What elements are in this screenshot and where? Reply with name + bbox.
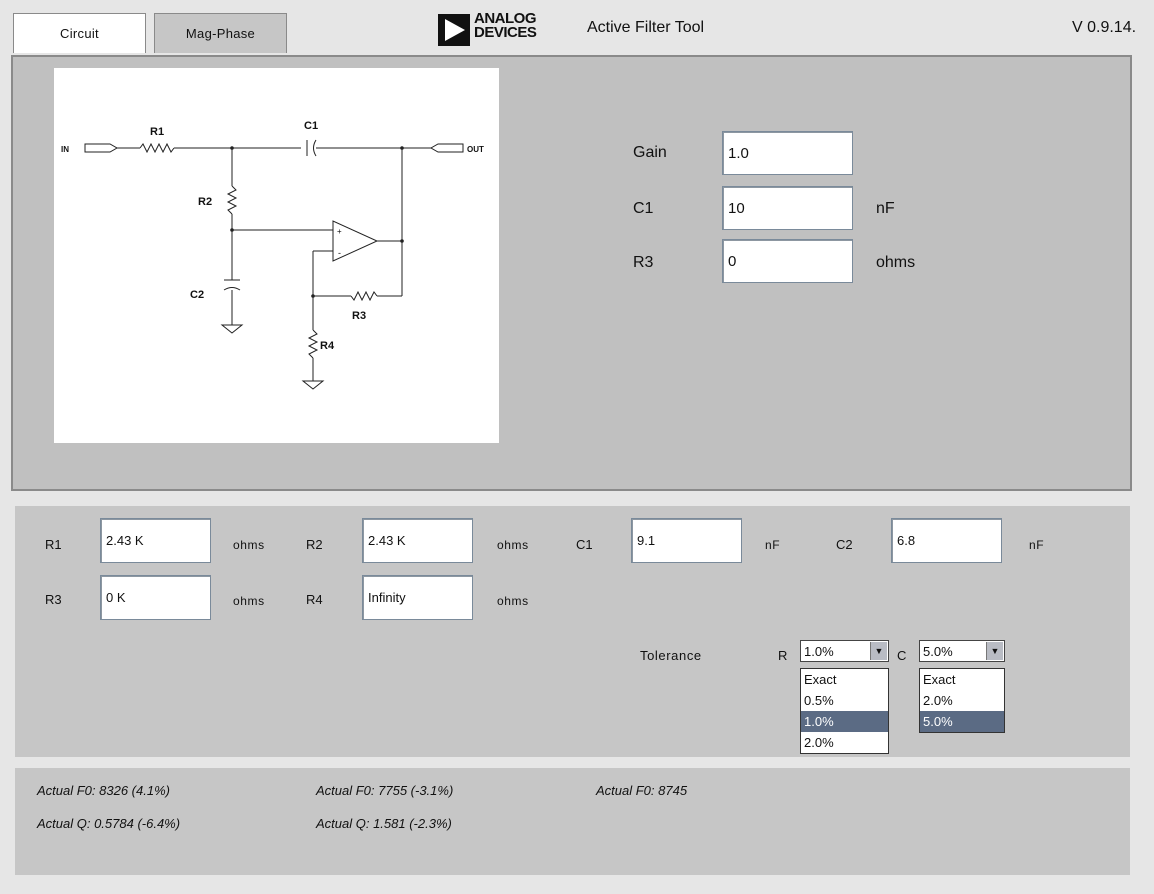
tolerance-r-option-selected[interactable]: 1.0%: [801, 711, 888, 732]
tolerance-r-option[interactable]: 0.5%: [801, 690, 888, 711]
result-f0-3: Actual F0: 8745: [596, 783, 688, 798]
r1-label: R1: [45, 537, 62, 552]
result-q-1: Actual Q: 0.5784 (-6.4%): [37, 816, 181, 831]
result-f0-2: Actual F0: 7755 (-3.1%): [316, 783, 454, 798]
chevron-down-icon[interactable]: ▼: [986, 642, 1003, 660]
brand-logo-text: ANALOG DEVICES: [474, 11, 537, 41]
tolerance-c-selected: 5.0%: [923, 643, 953, 659]
r3-design-label: R3: [633, 254, 654, 271]
junction-dot: [400, 146, 404, 150]
junction-dot: [400, 239, 404, 243]
junction-dot: [311, 294, 315, 298]
c2-value-field[interactable]: [891, 518, 1002, 563]
opamp-plus-label: +: [337, 227, 342, 236]
schematic-r2-label: R2: [198, 196, 212, 208]
tolerance-r-dropdown: Exact 0.5% 1.0% 2.0%: [800, 668, 889, 754]
c1-unit: nF: [765, 538, 781, 552]
app-title: Active Filter Tool: [587, 19, 705, 36]
tolerance-c-label: C: [897, 648, 907, 663]
junction-dot: [230, 228, 234, 232]
tab-mag-phase[interactable]: Mag-Phase: [154, 13, 287, 53]
circuit-schematic: IN OUT R1 C1 R2 C2 R3 R4 + -: [54, 68, 499, 443]
analog-devices-logo-icon: [438, 14, 470, 46]
tolerance-c-option-selected[interactable]: 5.0%: [920, 711, 1004, 732]
r3-unit: ohms: [233, 594, 265, 608]
r3-label: R3: [45, 592, 62, 607]
tolerance-c-select[interactable]: 5.0% ▼: [919, 640, 1005, 662]
tab-circuit[interactable]: Circuit: [13, 13, 146, 53]
schematic-c2-label: C2: [190, 289, 204, 301]
chevron-down-icon[interactable]: ▼: [870, 642, 887, 660]
r2-value-field[interactable]: [362, 518, 473, 563]
c1-design-unit: nF: [876, 200, 895, 217]
version-label: V 0.9.14.: [1072, 19, 1137, 36]
r3-design-input[interactable]: [722, 239, 853, 283]
results-panel: [15, 768, 1130, 875]
tolerance-c-option[interactable]: 2.0%: [920, 690, 1004, 711]
r4-value-field[interactable]: [362, 575, 473, 620]
gain-label: Gain: [633, 144, 667, 161]
schematic-r3-label: R3: [352, 310, 366, 322]
r1-value-field[interactable]: [100, 518, 211, 563]
r4-unit: ohms: [497, 594, 529, 608]
c2-unit: nF: [1029, 538, 1045, 552]
tolerance-r-label: R: [778, 648, 788, 663]
r3-value-field[interactable]: [100, 575, 211, 620]
schematic-c1-label: C1: [304, 120, 318, 132]
tolerance-label: Tolerance: [640, 648, 702, 663]
c2-label: C2: [836, 537, 853, 552]
tolerance-c-dropdown: Exact 2.0% 5.0%: [919, 668, 1005, 733]
r3-design-unit: ohms: [876, 254, 916, 271]
schematic-in-label: IN: [61, 145, 69, 154]
tolerance-r-selected: 1.0%: [804, 643, 834, 659]
r2-label: R2: [306, 537, 323, 552]
c1-value-field[interactable]: [631, 518, 742, 563]
result-q-2: Actual Q: 1.581 (-2.3%): [316, 816, 452, 831]
brand-line-2: DEVICES: [474, 24, 537, 41]
c1-design-input[interactable]: [722, 186, 853, 230]
r4-label: R4: [306, 592, 323, 607]
tolerance-c-option[interactable]: Exact: [920, 669, 1004, 690]
tolerance-r-option[interactable]: Exact: [801, 669, 888, 690]
junction-dot: [230, 146, 234, 150]
r2-unit: ohms: [497, 538, 529, 552]
gain-input[interactable]: [722, 131, 853, 175]
r1-unit: ohms: [233, 538, 265, 552]
schematic-out-label: OUT: [467, 145, 484, 154]
c1-design-label: C1: [633, 200, 654, 217]
tolerance-r-select[interactable]: 1.0% ▼: [800, 640, 889, 662]
opamp-minus-label: -: [338, 248, 341, 258]
result-f0-1: Actual F0: 8326 (4.1%): [37, 783, 170, 798]
schematic-r4-label: R4: [320, 340, 335, 352]
c1-label: C1: [576, 537, 593, 552]
schematic-r1-label: R1: [150, 126, 164, 138]
tolerance-r-option[interactable]: 2.0%: [801, 732, 888, 753]
